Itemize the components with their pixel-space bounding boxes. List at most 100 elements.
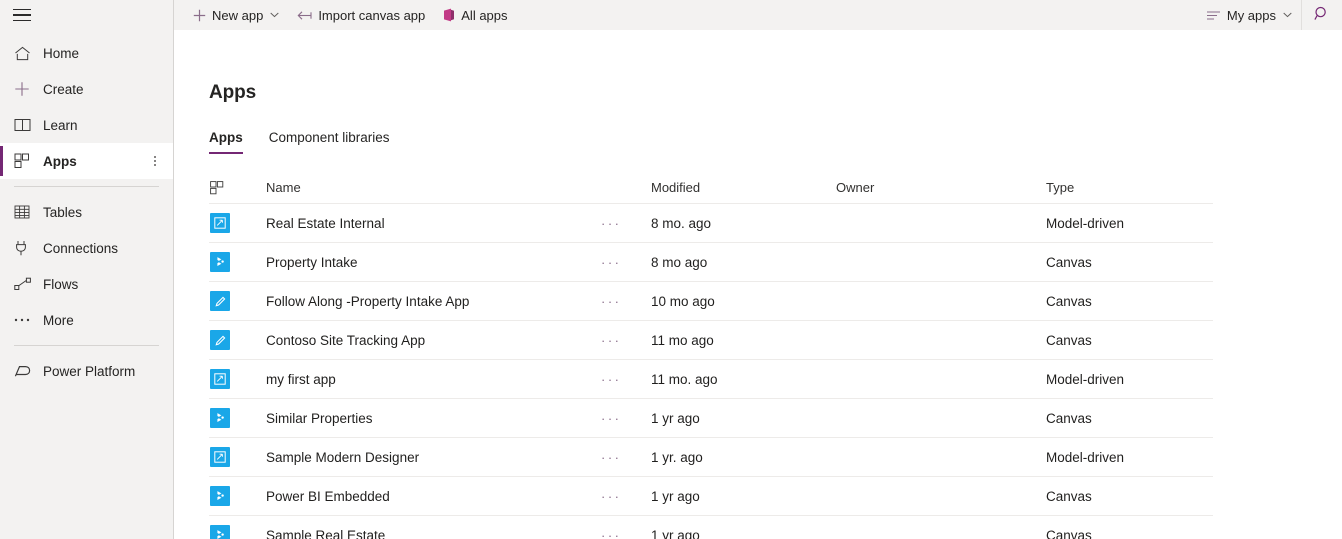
new-app-button[interactable]: New app bbox=[184, 0, 288, 30]
app-name[interactable]: Sample Modern Designer bbox=[266, 450, 601, 465]
table-row[interactable]: Power BI Embedded ··· 1 yr ago Canvas bbox=[209, 477, 1213, 516]
table-row[interactable]: my first app ··· 11 mo. ago Model-driven bbox=[209, 360, 1213, 399]
table-row[interactable]: Sample Real Estate ··· 1 yr ago Canvas bbox=[209, 516, 1213, 539]
row-more-icon: ··· bbox=[601, 449, 622, 465]
app-modified: 1 yr ago bbox=[651, 488, 700, 504]
all-apps-button[interactable]: All apps bbox=[434, 0, 516, 30]
app-modified: 1 yr. ago bbox=[651, 449, 703, 465]
app-name[interactable]: Similar Properties bbox=[266, 411, 601, 426]
app-name[interactable]: Follow Along -Property Intake App bbox=[266, 294, 601, 309]
flow-icon bbox=[14, 275, 36, 293]
column-header-name[interactable]: Name bbox=[266, 180, 601, 195]
row-more-icon: ··· bbox=[601, 527, 622, 539]
table-row[interactable]: Real Estate Internal ··· 8 mo. ago Model… bbox=[209, 204, 1213, 243]
chevron-down-icon bbox=[1283, 10, 1292, 20]
app-type: Canvas bbox=[1046, 254, 1092, 270]
sidebar-item-more[interactable]: More bbox=[0, 302, 173, 338]
row-more-icon: ··· bbox=[601, 488, 622, 504]
canvas-app-icon bbox=[210, 408, 230, 428]
table-row[interactable]: Contoso Site Tracking App ··· 11 mo ago … bbox=[209, 321, 1213, 360]
plus-icon bbox=[193, 9, 206, 22]
tab-label: Apps bbox=[209, 130, 243, 145]
all-apps-label: All apps bbox=[461, 7, 508, 23]
row-more-button[interactable]: ··· bbox=[601, 294, 651, 309]
app-name[interactable]: my first app bbox=[266, 372, 601, 387]
app-name[interactable]: Power BI Embedded bbox=[266, 489, 601, 504]
tab-component-libraries[interactable]: Component libraries bbox=[269, 130, 390, 154]
sidebar-item-label: Create bbox=[43, 81, 84, 97]
power-platform-icon bbox=[14, 362, 36, 380]
sidebar-item-home[interactable]: Home bbox=[0, 35, 173, 71]
row-more-button[interactable]: ··· bbox=[601, 489, 651, 504]
sidebar-item-label: More bbox=[43, 312, 74, 328]
app-icon-cell bbox=[209, 408, 266, 428]
sidebar-item-label: Flows bbox=[43, 276, 79, 292]
sidebar-item-power-platform[interactable]: Power Platform bbox=[0, 353, 173, 389]
canvas-app-icon bbox=[210, 486, 230, 506]
app-modified: 8 mo. ago bbox=[651, 215, 712, 231]
sidebar-item-label: Home bbox=[43, 45, 80, 61]
app-type: Model-driven bbox=[1046, 215, 1125, 231]
row-more-button[interactable]: ··· bbox=[601, 528, 651, 539]
import-canvas-app-label: Import canvas app bbox=[318, 7, 426, 23]
app-type: Model-driven bbox=[1046, 449, 1125, 465]
row-more-icon: ··· bbox=[601, 293, 622, 309]
book-icon bbox=[14, 116, 36, 134]
row-more-button[interactable]: ··· bbox=[601, 411, 651, 426]
hamburger-icon bbox=[13, 8, 31, 22]
row-more-button[interactable]: ··· bbox=[601, 255, 651, 270]
row-more-button[interactable]: ··· bbox=[601, 450, 651, 465]
app-modified: 1 yr ago bbox=[651, 527, 700, 539]
sidebar-item-label: Power Platform bbox=[43, 363, 136, 379]
tab-label: Component libraries bbox=[268, 130, 390, 145]
sidebar-nav: Home Create Learn Apps Tables Connection… bbox=[0, 35, 173, 389]
row-more-icon: ··· bbox=[601, 371, 622, 387]
table-row[interactable]: Follow Along -Property Intake App ··· 10… bbox=[209, 282, 1213, 321]
sidebar-apps-more-icon[interactable] bbox=[154, 156, 156, 166]
column-header-owner[interactable]: Owner bbox=[836, 180, 1046, 195]
app-icon-cell bbox=[209, 369, 266, 389]
sidebar-item-tables[interactable]: Tables bbox=[0, 194, 173, 230]
ellipsis-icon bbox=[14, 311, 36, 329]
column-options-button[interactable] bbox=[209, 180, 266, 195]
app-name[interactable]: Property Intake bbox=[266, 255, 601, 270]
canvas-app-icon bbox=[210, 525, 230, 539]
import-canvas-app-button[interactable]: Import canvas app bbox=[288, 0, 434, 30]
app-icon-cell bbox=[209, 330, 266, 350]
sidebar-divider-1 bbox=[14, 186, 159, 187]
my-apps-filter-button[interactable]: My apps bbox=[1197, 0, 1301, 30]
hamburger-menu-button[interactable] bbox=[0, 0, 48, 30]
app-name[interactable]: Contoso Site Tracking App bbox=[266, 333, 601, 348]
table-header-row: Name Modified Owner Type bbox=[209, 172, 1213, 204]
sidebar: Home Create Learn Apps Tables Connection… bbox=[0, 0, 174, 539]
sidebar-item-label: Learn bbox=[43, 117, 78, 133]
app-name[interactable]: Sample Real Estate bbox=[266, 528, 601, 539]
column-header-modified[interactable]: Modified bbox=[651, 180, 836, 195]
app-modified: 11 mo ago bbox=[651, 332, 714, 348]
my-apps-label: My apps bbox=[1226, 7, 1276, 23]
search-button[interactable] bbox=[1302, 0, 1342, 30]
sidebar-item-create[interactable]: Create bbox=[0, 71, 173, 107]
app-icon-cell bbox=[209, 525, 266, 539]
table-row[interactable]: Sample Modern Designer ··· 1 yr. ago Mod… bbox=[209, 438, 1213, 477]
row-more-button[interactable]: ··· bbox=[601, 216, 651, 231]
row-more-button[interactable]: ··· bbox=[601, 372, 651, 387]
sidebar-item-connections[interactable]: Connections bbox=[0, 230, 173, 266]
sidebar-item-flows[interactable]: Flows bbox=[0, 266, 173, 302]
table-row[interactable]: Similar Properties ··· 1 yr ago Canvas bbox=[209, 399, 1213, 438]
home-icon bbox=[14, 44, 36, 62]
tab-list: Apps Component libraries bbox=[209, 130, 1342, 154]
column-header-type[interactable]: Type bbox=[1046, 180, 1213, 195]
app-name[interactable]: Real Estate Internal bbox=[266, 216, 601, 231]
app-type: Canvas bbox=[1046, 488, 1092, 504]
model-driven-app-icon bbox=[210, 213, 230, 233]
row-more-button[interactable]: ··· bbox=[601, 333, 651, 348]
app-type: Canvas bbox=[1046, 527, 1092, 539]
sidebar-item-label: Tables bbox=[43, 204, 83, 220]
tab-apps[interactable]: Apps bbox=[209, 130, 243, 154]
canvas-app-icon bbox=[210, 252, 230, 272]
table-row[interactable]: Property Intake ··· 8 mo ago Canvas bbox=[209, 243, 1213, 282]
sidebar-item-label: Apps bbox=[43, 153, 77, 169]
sidebar-item-apps[interactable]: Apps bbox=[0, 143, 173, 179]
sidebar-item-learn[interactable]: Learn bbox=[0, 107, 173, 143]
